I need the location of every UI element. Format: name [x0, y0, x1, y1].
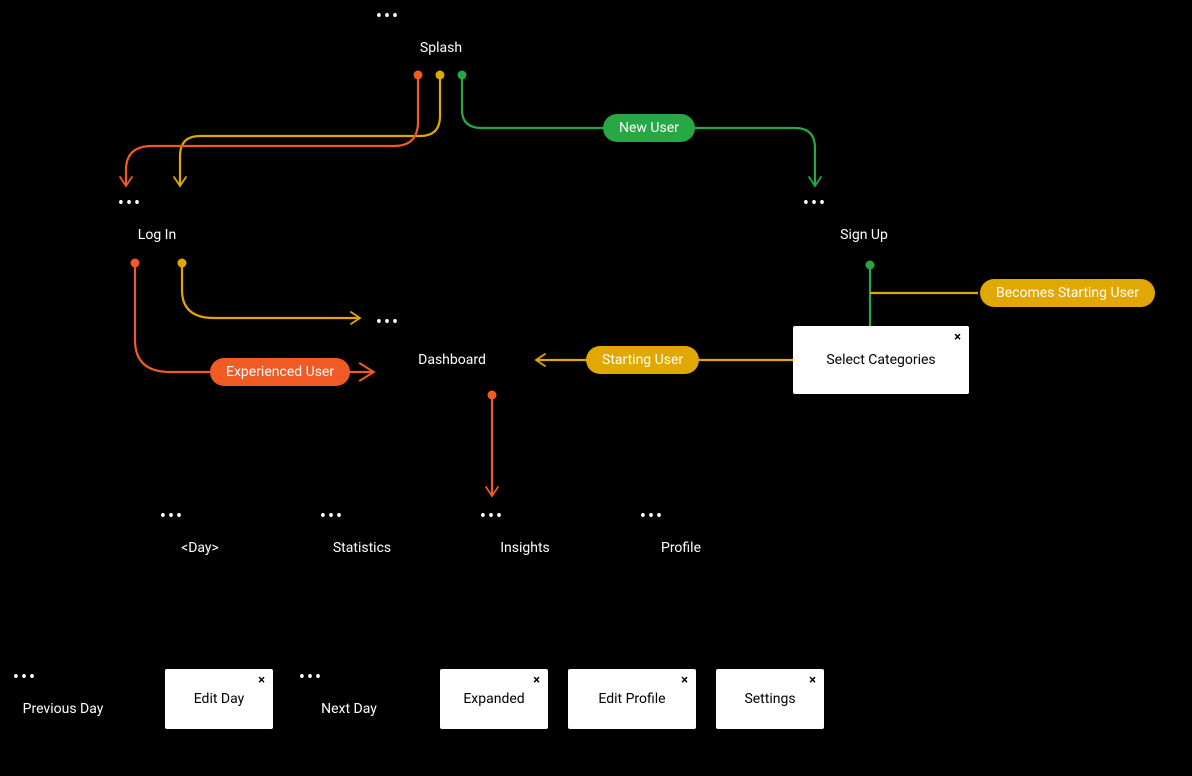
- pill-new-user: New User: [603, 114, 695, 142]
- pill-experienced-user: Experienced User: [210, 358, 350, 386]
- pill-label: New User: [619, 120, 679, 136]
- close-icon[interactable]: ×: [954, 330, 961, 345]
- close-icon[interactable]: ×: [258, 673, 265, 688]
- node-profile[interactable]: Profile: [661, 540, 701, 556]
- ellipsis-icon: •••: [803, 195, 827, 213]
- pill-label: Starting User: [602, 352, 683, 368]
- node-insights[interactable]: Insights: [500, 540, 550, 556]
- ellipsis-icon: •••: [118, 195, 142, 213]
- node-previous-day[interactable]: Previous Day: [23, 701, 104, 717]
- node-dashboard[interactable]: Dashboard: [418, 352, 486, 368]
- close-icon[interactable]: ×: [533, 673, 540, 688]
- ellipsis-icon: •••: [640, 508, 664, 526]
- card-expanded[interactable]: × Expanded: [440, 669, 548, 729]
- card-label: Select Categories: [826, 352, 935, 368]
- flow-diagram-canvas: ••• Splash New User ••• Log In ••• Sign …: [0, 0, 1192, 776]
- ellipsis-icon: •••: [160, 508, 184, 526]
- node-splash[interactable]: Splash: [420, 40, 462, 56]
- ellipsis-icon: •••: [299, 669, 323, 687]
- edge-splash-login-orange: [126, 75, 418, 186]
- pill-becomes-starting-user: Becomes Starting User: [980, 279, 1155, 307]
- card-label: Edit Day: [194, 691, 245, 707]
- card-label: Expanded: [463, 691, 524, 707]
- close-icon[interactable]: ×: [681, 673, 688, 688]
- card-settings[interactable]: × Settings: [716, 669, 824, 729]
- edge-login-dashboard-orange: [135, 263, 372, 372]
- ellipsis-icon: •••: [13, 669, 37, 687]
- edge-splash-login-yellow: [180, 75, 440, 186]
- card-label: Edit Profile: [598, 691, 665, 707]
- close-icon[interactable]: ×: [809, 673, 816, 688]
- ellipsis-icon: •••: [320, 508, 344, 526]
- node-statistics[interactable]: Statistics: [333, 540, 391, 556]
- ellipsis-icon: •••: [376, 314, 400, 332]
- card-edit-profile[interactable]: × Edit Profile: [568, 669, 696, 729]
- ellipsis-icon: •••: [376, 8, 400, 26]
- node-signup[interactable]: Sign Up: [840, 227, 888, 243]
- edge-login-dashboard-yellow: [182, 263, 360, 318]
- card-select-categories[interactable]: × Select Categories: [793, 326, 969, 394]
- node-day[interactable]: <Day>: [181, 540, 219, 556]
- node-login[interactable]: Log In: [138, 227, 176, 243]
- pill-label: Experienced User: [226, 364, 334, 380]
- connectors-layer: [0, 0, 1192, 776]
- pill-label: Becomes Starting User: [996, 285, 1139, 301]
- card-edit-day[interactable]: × Edit Day: [165, 669, 273, 729]
- ellipsis-icon: •••: [480, 508, 504, 526]
- node-next-day[interactable]: Next Day: [321, 701, 377, 717]
- card-label: Settings: [744, 691, 795, 707]
- pill-starting-user: Starting User: [586, 346, 699, 374]
